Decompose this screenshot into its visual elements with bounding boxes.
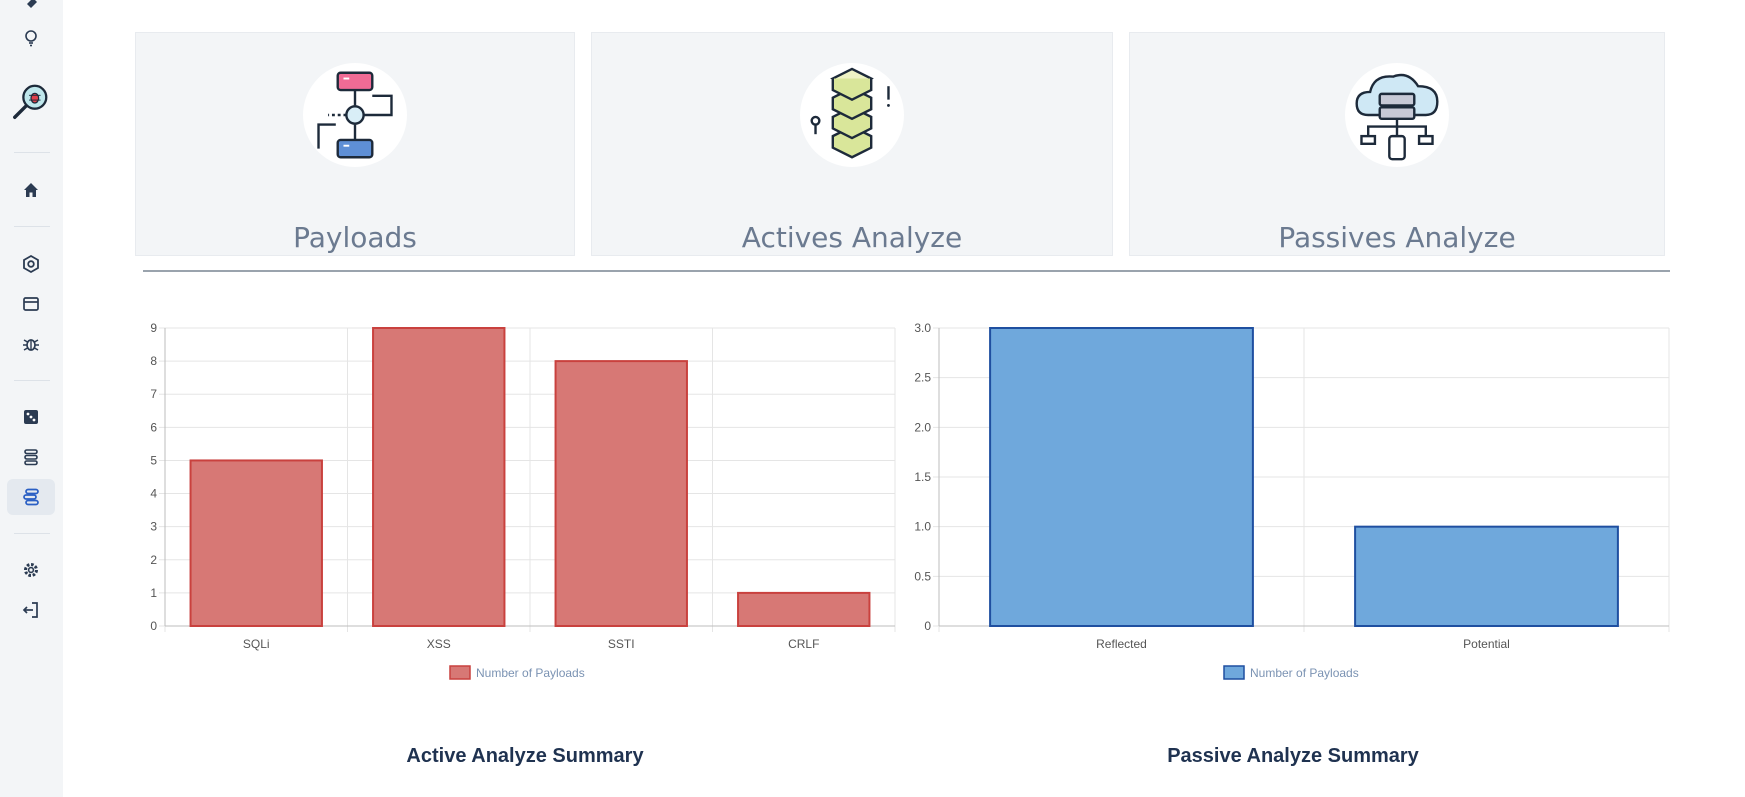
y-tick-label: 0: [924, 619, 931, 633]
actives-analyze-card[interactable]: Actives Analyze: [591, 32, 1113, 256]
x-tick-label: CRLF: [788, 637, 819, 651]
y-tick-label: 1.5: [914, 470, 931, 484]
y-tick-label: 1.0: [914, 520, 931, 534]
dice-icon[interactable]: [7, 399, 55, 435]
list-icon[interactable]: [7, 439, 55, 475]
legend-swatch: [449, 665, 471, 680]
card-title: Actives Analyze: [741, 221, 963, 254]
x-tick-label: SQLi: [243, 637, 270, 651]
y-tick-label: 8: [150, 354, 157, 368]
legend-label: Number of Payloads: [1250, 666, 1359, 680]
sidebar-divider: [14, 380, 50, 381]
active-analyze-summary-title: Active Analyze Summary: [406, 745, 644, 767]
y-tick-label: 3.0: [914, 321, 931, 335]
bar-ssti: [554, 360, 688, 627]
y-tick-label: 7: [150, 387, 157, 401]
y-tick-label: 3: [150, 520, 157, 534]
card-title: Payloads: [293, 221, 417, 254]
bar-reflected: [989, 327, 1254, 627]
cloud-server-icon: [1345, 63, 1449, 167]
section-divider: [143, 270, 1670, 272]
y-tick-label: 0.5: [914, 569, 931, 583]
sidebar-divider: [14, 226, 50, 227]
window-icon[interactable]: [7, 286, 55, 322]
passive-analyze-summary-title: Passive Analyze Summary: [1167, 745, 1419, 767]
legend-label: Number of Payloads: [476, 666, 585, 680]
flow-icon[interactable]: [7, 479, 55, 515]
target-icon[interactable]: [7, 246, 55, 282]
y-tick-label: 1: [150, 586, 157, 600]
y-tick-label: 2.0: [914, 420, 931, 434]
x-tick-label: Potential: [1463, 637, 1510, 651]
active-analyze-chart: 0 1 2 3 4 5 6 7 8 9 SQLi XSS SSTI CRLF Number of Paylo…: [150, 321, 896, 680]
y-tick-label: 9: [150, 321, 157, 335]
y-tick-label: 0: [150, 619, 157, 633]
lightbulb-icon[interactable]: [7, 20, 55, 56]
payloads-card[interactable]: Payloads: [135, 32, 575, 256]
y-tick-label: 2.5: [914, 371, 931, 385]
bar-crlf: [737, 591, 871, 627]
x-tick-label: XSS: [427, 637, 451, 651]
sidebar: [0, 0, 63, 797]
y-tick-label: 5: [150, 453, 157, 467]
x-tick-label: Reflected: [1096, 637, 1147, 651]
sidebar-divider: [14, 533, 50, 534]
y-tick-label: 4: [150, 487, 157, 501]
passives-analyze-card[interactable]: Passives Analyze: [1129, 32, 1665, 256]
logo-bug-magnifier-icon[interactable]: [7, 78, 55, 126]
network-servers-icon: [303, 63, 407, 167]
settings-icon[interactable]: [7, 552, 55, 588]
card-title: Passives Analyze: [1278, 221, 1516, 254]
stacked-boxes-icon: [800, 63, 904, 167]
pin-icon[interactable]: [7, 0, 55, 22]
y-tick-label: 6: [150, 420, 157, 434]
legend-swatch: [1223, 665, 1245, 680]
bar-sqli: [189, 459, 323, 627]
bar-potential: [1354, 525, 1619, 628]
x-tick-label: SSTI: [608, 637, 635, 651]
bar-xss: [372, 327, 506, 627]
home-icon[interactable]: [7, 172, 55, 208]
passive-analyze-chart: 0 0.5 1.0 1.5 2.0 2.5 3.0 Reflected Potential Num…: [914, 321, 1670, 680]
bug-icon[interactable]: [7, 326, 55, 362]
logout-icon[interactable]: [7, 592, 55, 628]
sidebar-divider: [14, 152, 50, 153]
y-tick-label: 2: [150, 553, 157, 567]
